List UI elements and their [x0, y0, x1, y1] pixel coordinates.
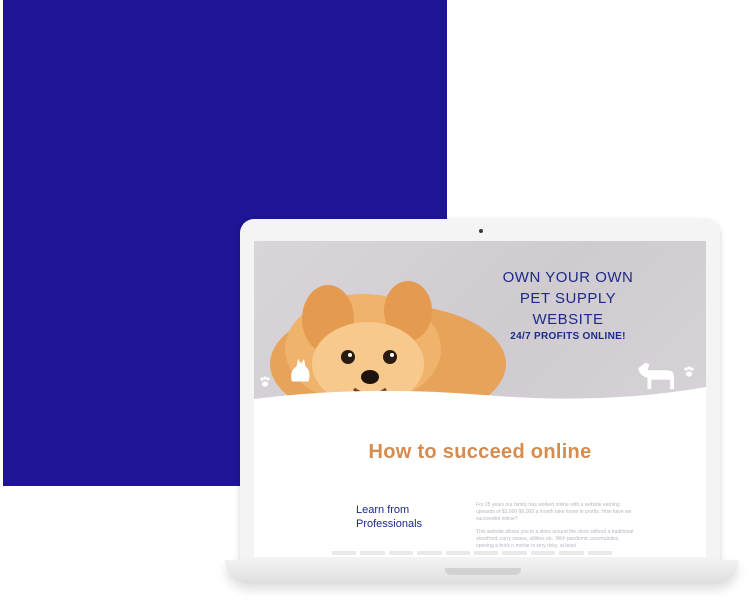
key [530, 551, 556, 555]
learn-from-professionals-label: Learn from Professionals [356, 503, 466, 531]
hero-title-line: WEBSITE [532, 311, 604, 328]
laptop-notch [445, 568, 521, 575]
label-line: Learn from [356, 504, 410, 516]
hero-subtitle: 24/7 PROFITS ONLINE! [510, 331, 626, 342]
section-body-text: For 25 years our family has worked onlin… [476, 502, 636, 556]
hero-wave-divider [254, 387, 706, 421]
body-paragraph: This website allows you to a store aroun… [476, 529, 634, 549]
hero-title-line: OWN YOUR OWN [502, 269, 634, 286]
hero-banner: OWN YOUR OWN PET SUPPLY WEBSITE 24/7 PRO… [254, 241, 706, 414]
key [445, 551, 471, 555]
laptop-base [225, 560, 739, 584]
key [502, 551, 527, 555]
key [587, 551, 613, 555]
section-heading: How to succeed online [368, 441, 592, 463]
keyboard-hint [332, 551, 613, 557]
hero-title: OWN YOUR OWN PET SUPPLY WEBSITE [468, 267, 668, 330]
label-line: Professionals [356, 518, 423, 530]
key [360, 551, 385, 555]
paw-icon [684, 366, 694, 377]
key [559, 551, 584, 555]
body-paragraph: For 25 years our family has worked onlin… [476, 502, 632, 522]
website-screen: OWN YOUR OWN PET SUPPLY WEBSITE 24/7 PRO… [254, 241, 706, 557]
key [388, 551, 414, 555]
key [417, 551, 442, 555]
hero-title-line: PET SUPPLY [519, 290, 617, 307]
cat-silhouette-icon [291, 359, 310, 382]
laptop-screen-frame: OWN YOUR OWN PET SUPPLY WEBSITE 24/7 PRO… [240, 219, 720, 562]
key [474, 551, 499, 555]
camera-icon [479, 229, 483, 233]
key [332, 551, 357, 555]
